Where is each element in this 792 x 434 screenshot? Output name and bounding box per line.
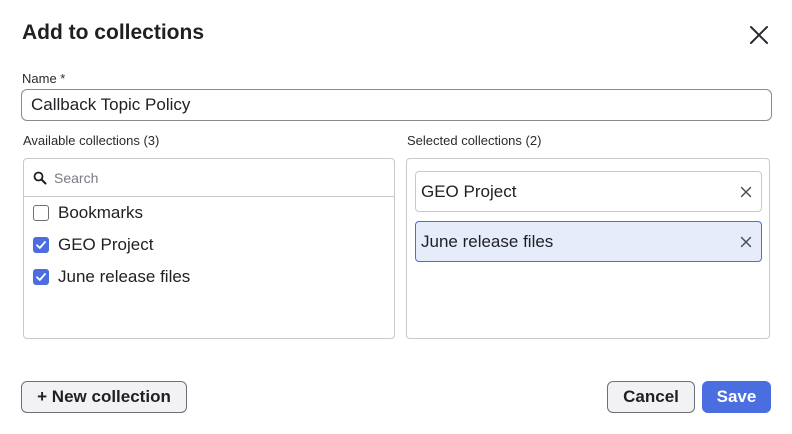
save-button[interactable]: Save: [702, 381, 771, 413]
collection-option-label: Bookmarks: [58, 203, 144, 222]
collection-option-june-release-files[interactable]: June release files: [33, 265, 190, 289]
available-collections-panel: Bookmarks GEO Project June release files: [23, 158, 395, 339]
selected-chip-label: June release files: [421, 231, 554, 251]
close-icon[interactable]: [739, 235, 753, 249]
close-icon[interactable]: [739, 185, 753, 199]
collection-option-label: GEO Project: [58, 235, 154, 254]
search-input[interactable]: [54, 165, 374, 191]
cancel-button[interactable]: Cancel: [607, 381, 695, 413]
selected-chip-label: GEO Project: [421, 181, 517, 201]
checkmark-icon: [36, 273, 46, 281]
selected-chip-geo-project[interactable]: GEO Project: [415, 171, 762, 212]
available-collections-label: Available collections (3): [23, 133, 160, 148]
name-label: Name *: [22, 71, 66, 86]
search-row: [24, 159, 394, 197]
add-to-collections-dialog: Add to collections Name * Available coll…: [0, 0, 792, 434]
collection-option-label: June release files: [58, 267, 191, 286]
collection-option-bookmarks[interactable]: Bookmarks: [33, 201, 143, 225]
close-button[interactable]: [744, 20, 774, 50]
checkbox-checked[interactable]: [33, 269, 49, 285]
name-input[interactable]: [21, 89, 772, 121]
selected-chip-june-release-files[interactable]: June release files: [415, 221, 762, 262]
close-icon: [750, 26, 768, 44]
checkbox-unchecked[interactable]: [33, 205, 49, 221]
dialog-title: Add to collections: [22, 21, 205, 44]
search-icon: [33, 171, 47, 185]
checkmark-icon: [36, 241, 46, 249]
selected-collections-label: Selected collections (2): [407, 133, 542, 148]
new-collection-button[interactable]: + New collection: [21, 381, 187, 413]
collection-option-geo-project[interactable]: GEO Project: [33, 233, 153, 257]
selected-collections-panel: GEO Project June release files: [406, 158, 770, 339]
checkbox-checked[interactable]: [33, 237, 49, 253]
